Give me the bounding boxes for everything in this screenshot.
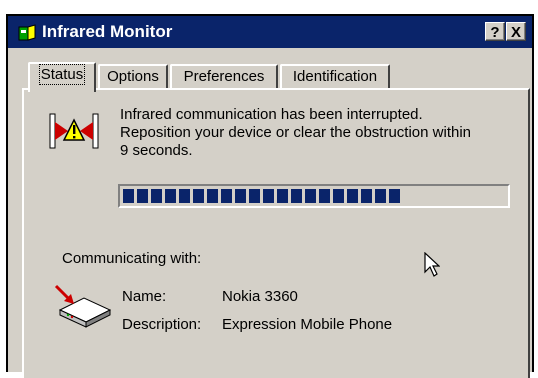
infrared-monitor-icon (18, 24, 36, 41)
tab-options[interactable]: Options (98, 64, 168, 89)
name-label: Name: (122, 288, 167, 305)
countdown-progress-bar (118, 184, 510, 208)
tab-options-label: Options (107, 68, 159, 85)
progress-fill (123, 189, 400, 203)
tab-preferences-label: Preferences (183, 68, 265, 85)
tab-status-label: Status (38, 64, 86, 85)
help-button[interactable]: ? (485, 22, 505, 41)
name-value: Nokia 3360 (222, 288, 298, 305)
infrared-monitor-window: Infrared Monitor ? X Status Options Pref… (6, 14, 534, 378)
description-value: Expression Mobile Phone (222, 316, 393, 333)
title-bar[interactable]: Infrared Monitor ? X (8, 16, 532, 48)
close-button[interactable]: X (506, 22, 526, 41)
message-line-1: Infrared communication has been interrup… (120, 106, 423, 123)
status-panel: Infrared communication has been interrup… (22, 88, 530, 378)
infrared-device-icon (54, 284, 112, 328)
tab-status[interactable]: Status (28, 62, 96, 92)
infrared-warning-icon (49, 113, 99, 149)
status-message: Infrared communication has been interrup… (120, 106, 520, 160)
tab-preferences[interactable]: Preferences (170, 64, 278, 89)
mouse-pointer-icon (424, 252, 440, 277)
message-line-2: Reposition your device or clear the obst… (120, 124, 472, 141)
tab-identification[interactable]: Identification (280, 64, 390, 89)
description-label: Description: (122, 316, 202, 333)
message-line-3: 9 seconds. (120, 142, 193, 159)
tab-identification-label: Identification (292, 68, 378, 85)
communicating-with-label: Communicating with: (62, 250, 202, 267)
window-title: Infrared Monitor (42, 22, 173, 41)
